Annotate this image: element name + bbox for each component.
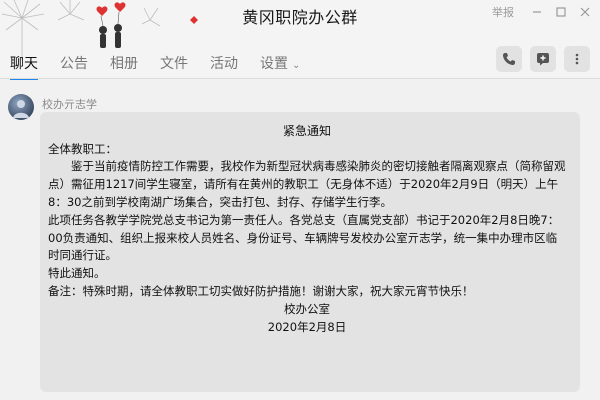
sender-name: 校办亓志学 bbox=[42, 98, 97, 111]
tab-album[interactable]: 相册 bbox=[110, 53, 138, 77]
message-bubble: 紧急通知 全体教职工： 鉴于当前疫情防控工作需要，我校作为新型冠状病毒感染肺炎的… bbox=[40, 112, 580, 392]
report-link[interactable]: 举报 bbox=[492, 4, 514, 20]
avatar[interactable] bbox=[8, 94, 34, 120]
notice-paragraph: 此项任务各教学学院党总支书记为第一责任人。各党总支（直属党支部）书记于2020年… bbox=[48, 212, 560, 263]
tab-announcements[interactable]: 公告 bbox=[60, 53, 88, 77]
notice-greeting: 全体教职工： bbox=[48, 141, 117, 156]
header-divider bbox=[0, 78, 600, 79]
chat-header: 黄冈职院办公群 举报 聊天 公告 相册 文件 活动 设置 ⌄ bbox=[0, 0, 600, 80]
notice-signature: 校办公室 bbox=[284, 301, 330, 316]
tab-settings[interactable]: 设置 ⌄ bbox=[260, 53, 300, 77]
more-icon[interactable] bbox=[564, 46, 590, 72]
notice-paragraph: 鉴于当前疫情防控工作需要，我校作为新型冠状病毒感染肺炎的密切接触者隔离观察点（简… bbox=[48, 159, 566, 210]
phone-icon[interactable] bbox=[496, 46, 522, 72]
add-icon[interactable] bbox=[530, 46, 556, 72]
notice-closing: 特此通知。 bbox=[48, 266, 106, 281]
tab-bar: 聊天 公告 相册 文件 活动 设置 ⌄ bbox=[0, 52, 322, 80]
notice-note: 备注：特殊时期，请全体教职工切实做好防护措施！谢谢大家，祝大家元宵节快乐！ bbox=[48, 284, 474, 299]
tab-settings-label: 设置 bbox=[260, 56, 288, 72]
tab-chat[interactable]: 聊天 bbox=[10, 53, 38, 80]
tab-activities[interactable]: 活动 bbox=[210, 53, 238, 77]
notice-title: 紧急通知 bbox=[282, 124, 331, 138]
header-actions bbox=[496, 46, 590, 72]
window-controls: 举报 bbox=[492, 4, 592, 20]
tab-files[interactable]: 文件 bbox=[160, 53, 188, 77]
maximize-icon[interactable] bbox=[554, 5, 568, 19]
notice-date: 2020年2月8日 bbox=[267, 319, 347, 334]
chevron-down-icon: ⌄ bbox=[292, 60, 301, 71]
close-icon[interactable] bbox=[578, 5, 592, 19]
minimize-icon[interactable] bbox=[530, 5, 544, 19]
